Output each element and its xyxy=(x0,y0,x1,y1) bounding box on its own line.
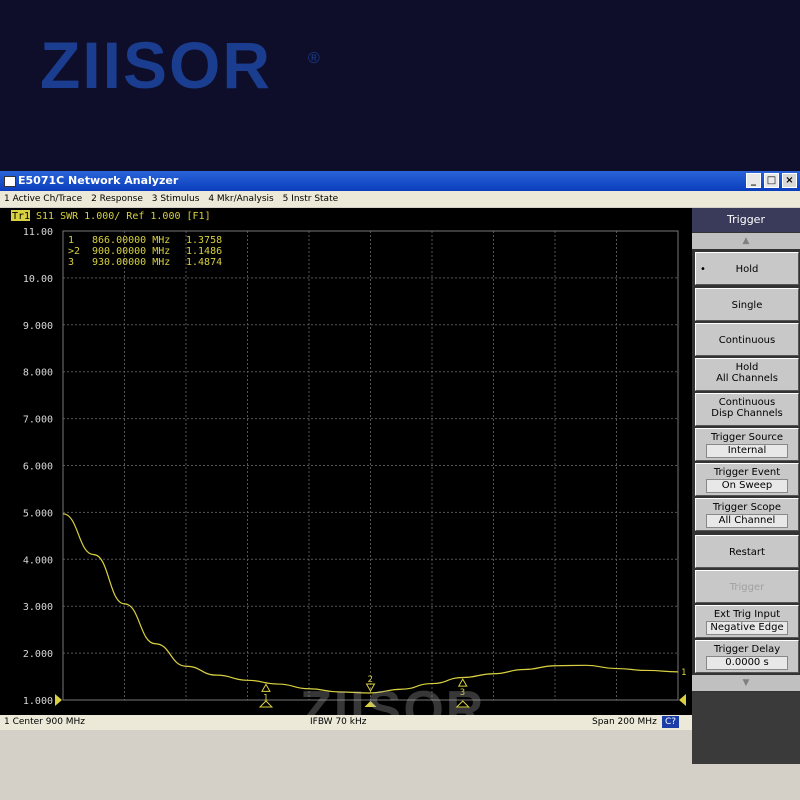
softkey-label-2: Disp Channels xyxy=(711,408,783,419)
close-button[interactable]: × xyxy=(782,173,797,188)
softkey-header: Trigger xyxy=(692,208,800,232)
softkey-continuous[interactable]: Continuous xyxy=(695,323,799,356)
marker-triangle xyxy=(261,683,271,692)
marker-readout-value: 1.4874 xyxy=(186,257,222,268)
trace-id-label: Tr1 xyxy=(12,211,30,222)
marker-readout-freq: 866.00000 MHz xyxy=(92,235,170,246)
minimize-button[interactable]: _ xyxy=(746,173,761,188)
softkey-restart[interactable]: Restart xyxy=(695,535,799,568)
bottom-panel xyxy=(0,730,800,800)
status-center: 1 Center 900 MHz xyxy=(4,717,86,727)
trigger-source-value: Internal xyxy=(706,444,788,458)
softkey-label: Trigger xyxy=(729,582,765,593)
softkey-label: Continuous xyxy=(718,335,776,346)
softkey-panel: Trigger ▲ • Hold Single Continuous Hold … xyxy=(692,208,800,764)
softkey-label: Continuous xyxy=(718,397,776,408)
softkey-trigger-delay[interactable]: Trigger Delay 0.0000 s xyxy=(695,640,799,673)
reference-arrow-right xyxy=(679,694,686,706)
softkey-trigger-scope[interactable]: Trigger Scope All Channel xyxy=(695,498,799,531)
softkey-label: Single xyxy=(731,300,763,311)
softkey-label: Trigger Scope xyxy=(712,502,782,513)
marker-readout-label: 1 xyxy=(68,235,74,246)
analyzer-window: E5071C Network Analyzer _ □ × 1 Active C… xyxy=(0,171,800,800)
y-tick-label: 7.000 xyxy=(23,415,53,426)
swr-chart: Tr1 S11 SWR 1.000/ Ref 1.000 [F1] 11.00 10.… xyxy=(11,210,686,708)
status-ifbw: IFBW 70 kHz xyxy=(310,717,367,727)
softkey-label: Hold xyxy=(735,264,759,275)
softkey-hold-all-channels[interactable]: Hold All Channels xyxy=(695,358,799,391)
trigger-scope-value: All Channel xyxy=(706,514,788,528)
marker-readout-freq: 930.00000 MHz xyxy=(92,257,170,268)
softkey-label: Ext Trig Input xyxy=(713,609,781,620)
menu-instr-state[interactable]: 5 Instr State xyxy=(283,194,339,204)
y-tick-label: 2.000 xyxy=(23,649,53,660)
menu-response[interactable]: 2 Response xyxy=(91,194,143,204)
trigger-event-value: On Sweep xyxy=(706,479,788,493)
logo-text: ZIISOR xyxy=(40,28,273,102)
menu-active-ch-trace[interactable]: 1 Active Ch/Trace xyxy=(4,194,82,204)
status-bar: 1 Center 900 MHz IFBW 70 kHz Span 200 MH… xyxy=(0,715,692,730)
softkey-label: Restart xyxy=(729,547,765,558)
softkey-label: Trigger Event xyxy=(713,467,781,478)
status-badge: C? xyxy=(662,716,680,728)
y-tick-label: 4.000 xyxy=(23,555,53,566)
reference-arrow-left xyxy=(55,694,62,706)
menu-mkr-analysis[interactable]: 4 Mkr/Analysis xyxy=(208,194,273,204)
y-tick-label: 3.000 xyxy=(23,602,53,613)
ziisor-logo: ZIISOR ® xyxy=(40,30,340,100)
window-title: E5071C Network Analyzer xyxy=(18,174,179,187)
scroll-up-arrow[interactable]: ▲ xyxy=(692,233,800,249)
marker-readout-label: 3 xyxy=(68,257,74,268)
marker-readout-value: 1.1486 xyxy=(186,246,222,257)
y-tick-label: 10.00 xyxy=(23,274,53,285)
y-tick-label: 1.000 xyxy=(23,696,53,707)
y-tick-label: 6.000 xyxy=(23,462,53,473)
menu-stimulus[interactable]: 3 Stimulus xyxy=(152,194,200,204)
selected-bullet-icon: • xyxy=(700,264,706,275)
y-tick-label: 8.000 xyxy=(23,368,53,379)
softkey-trigger-source[interactable]: Trigger Source Internal xyxy=(695,428,799,461)
trigger-delay-value: 0.0000 s xyxy=(706,656,788,670)
menu-bar: 1 Active Ch/Trace 2 Response 3 Stimulus … xyxy=(0,191,800,207)
y-tick-label: 9.000 xyxy=(23,321,53,332)
softkey-ext-trig-input[interactable]: Ext Trig Input Negative Edge xyxy=(695,605,799,638)
softkey-label-2: All Channels xyxy=(716,373,778,384)
trace-header-info: S11 SWR 1.000/ Ref 1.000 [F1] xyxy=(36,211,211,222)
marker-readout-label: >2 xyxy=(68,246,80,257)
marker-readout-freq: 900.00000 MHz xyxy=(92,246,170,257)
marker-readout-value: 1.3758 xyxy=(186,235,222,246)
softkey-hold[interactable]: • Hold xyxy=(695,252,799,285)
registered-mark: ® xyxy=(308,50,322,67)
softkey-filler xyxy=(692,692,800,764)
scroll-down-arrow[interactable]: ▼ xyxy=(692,675,800,691)
title-bar[interactable]: E5071C Network Analyzer _ □ × xyxy=(0,171,800,191)
ext-trig-input-value: Negative Edge xyxy=(706,621,788,635)
softkey-label: Trigger Delay xyxy=(713,644,781,655)
app-icon xyxy=(4,176,16,187)
softkey-single[interactable]: Single xyxy=(695,288,799,321)
status-span: Span 200 MHz xyxy=(592,717,657,727)
trace-end-label: 1 xyxy=(681,668,686,678)
y-tick-label: 11.00 xyxy=(23,227,53,238)
y-tick-label: 5.000 xyxy=(23,508,53,519)
softkey-trigger-event[interactable]: Trigger Event On Sweep xyxy=(695,463,799,496)
softkey-trigger[interactable]: Trigger xyxy=(695,570,799,603)
softkey-continuous-disp-channels[interactable]: Continuous Disp Channels xyxy=(695,393,799,426)
softkey-label: Hold xyxy=(735,362,759,373)
softkey-label: Trigger Source xyxy=(710,432,783,443)
measurement-plot[interactable]: Tr1 S11 SWR 1.000/ Ref 1.000 [F1] 11.00 10.… xyxy=(0,208,692,742)
maximize-button[interactable]: □ xyxy=(764,173,779,188)
